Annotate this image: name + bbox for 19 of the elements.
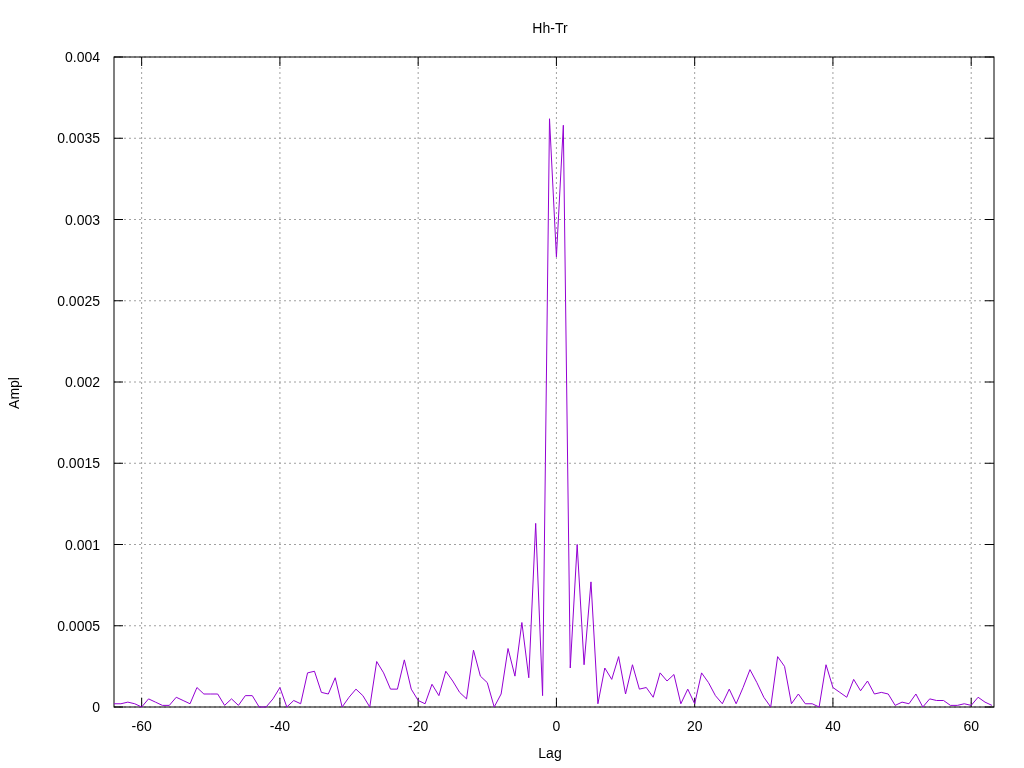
y-tick-label: 0.002 xyxy=(64,374,100,390)
y-tick-label: 0.001 xyxy=(64,536,100,553)
x-tick-label: 60 xyxy=(963,718,979,734)
x-tick-label: -20 xyxy=(408,718,429,734)
y-tick-label: 0.0005 xyxy=(57,617,100,634)
y-tick-label: 0.0015 xyxy=(57,455,100,472)
y-tick-label: 0.0035 xyxy=(57,130,100,147)
y-tick-label: 0.004 xyxy=(64,49,100,65)
y-tick-label: 0 xyxy=(92,699,100,715)
chart-title: Hh-Tr xyxy=(532,20,568,36)
y-tick-label: 0.003 xyxy=(64,211,100,228)
x-tick-label: 0 xyxy=(552,718,561,734)
x-tick-label: 40 xyxy=(825,718,841,734)
x-tick-label: -60 xyxy=(131,718,152,734)
x-axis-label: Lag xyxy=(538,745,562,761)
x-tick-label: 20 xyxy=(686,718,703,734)
y-tick-label: 0.0025 xyxy=(57,292,100,309)
y-axis-label: Ampl xyxy=(6,377,22,409)
x-tick-label: -40 xyxy=(269,718,290,734)
